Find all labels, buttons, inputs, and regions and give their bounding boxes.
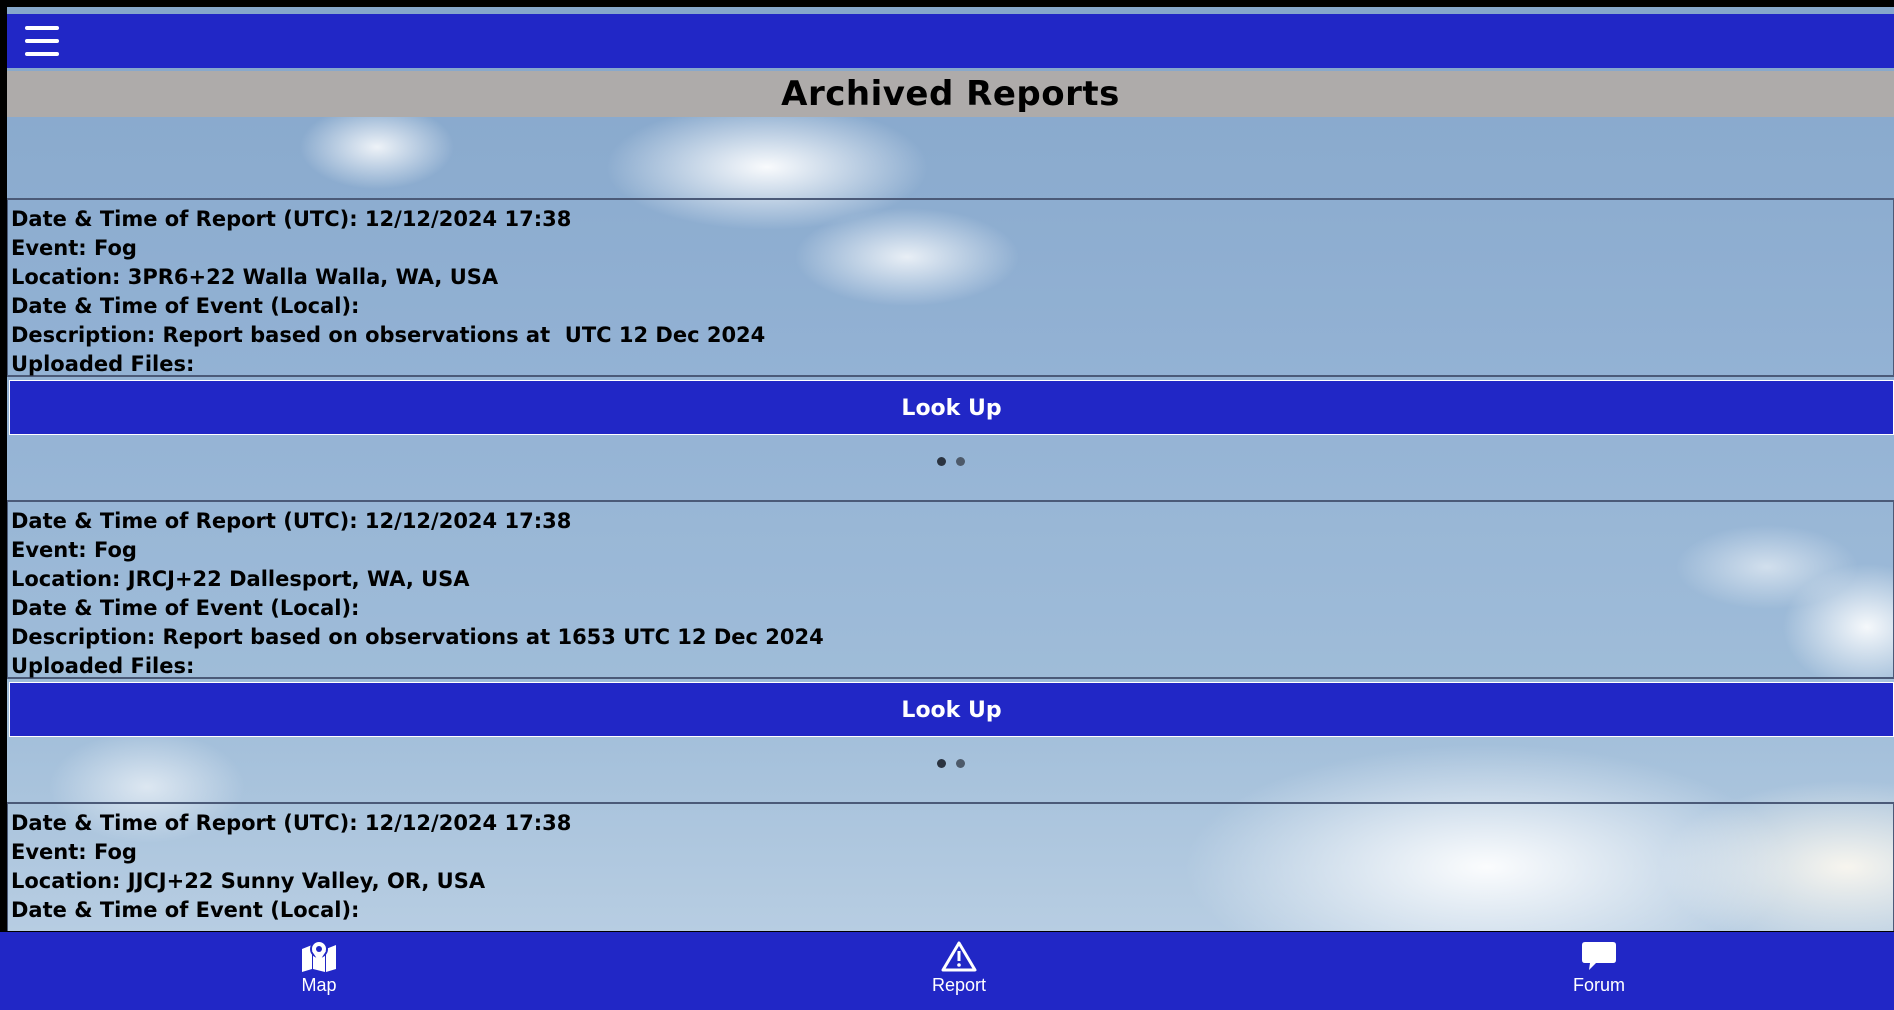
report-datetime: Date & Time of Report (UTC): 12/12/2024 … [11, 811, 572, 835]
report-uploaded-files: Uploaded Files: [11, 654, 195, 678]
report-card: Date & Time of Report (UTC): 12/12/2024 … [7, 802, 1894, 931]
report-datetime: Date & Time of Report (UTC): 12/12/2024 … [11, 207, 572, 231]
report-event: Event: Fog [11, 538, 137, 562]
nav-map[interactable]: Map [259, 932, 379, 1010]
report-event: Event: Fog [11, 840, 137, 864]
look-up-button[interactable]: Look Up [9, 380, 1894, 435]
map-pin-icon [259, 940, 379, 972]
nav-forum-label: Forum [1572, 975, 1625, 995]
carousel-dot[interactable] [955, 759, 965, 768]
carousel-dot-active[interactable] [936, 457, 946, 466]
look-up-button[interactable]: Look Up [9, 682, 1894, 737]
report-event-datetime: Date & Time of Event (Local): [11, 898, 360, 922]
nav-forum[interactable]: Forum [1539, 932, 1659, 1010]
nav-map-label: Map [301, 975, 337, 995]
chat-bubble-icon [1539, 940, 1659, 972]
carousel-dot-active[interactable] [936, 759, 946, 768]
report-card: Date & Time of Report (UTC): 12/12/2024 … [7, 500, 1894, 679]
report-description: Description: Report based on observation… [11, 323, 766, 347]
report-location: Location: JRCJ+22 Dallesport, WA, USA [11, 567, 470, 591]
report-location: Location: 3PR6+22 Walla Walla, WA, USA [11, 265, 499, 289]
carousel-dots [7, 435, 1894, 488]
report-description: Description: Report based on observation… [11, 625, 824, 649]
report-item: Date & Time of Report (UTC): 12/12/2024 … [7, 198, 1894, 488]
top-app-bar [7, 14, 1894, 68]
page-title-bar: Archived Reports [7, 71, 1894, 117]
bottom-navigation-bar: Map Report Forum [0, 932, 1894, 1010]
report-item: Date & Time of Report (UTC): 12/12/2024 … [7, 802, 1894, 931]
report-event-datetime: Date & Time of Event (Local): [11, 294, 360, 318]
report-card: Date & Time of Report (UTC): 12/12/2024 … [7, 198, 1894, 377]
hamburger-menu-icon[interactable] [25, 26, 59, 56]
report-location: Location: JJCJ+22 Sunny Valley, OR, USA [11, 869, 486, 893]
report-item: Date & Time of Report (UTC): 12/12/2024 … [7, 500, 1894, 790]
report-event-datetime: Date & Time of Event (Local): [11, 596, 360, 620]
report-event: Event: Fog [11, 236, 137, 260]
app-frame: Archived Reports Date & Time of Report (… [7, 7, 1894, 931]
nav-report[interactable]: Report [899, 932, 1019, 1010]
warning-triangle-icon [899, 940, 1019, 972]
page-title: Archived Reports [781, 74, 1120, 114]
report-datetime: Date & Time of Report (UTC): 12/12/2024 … [11, 509, 572, 533]
carousel-dots [7, 737, 1894, 790]
carousel-dot[interactable] [955, 457, 965, 466]
nav-report-label: Report [931, 975, 987, 995]
report-uploaded-files: Uploaded Files: [11, 352, 195, 376]
